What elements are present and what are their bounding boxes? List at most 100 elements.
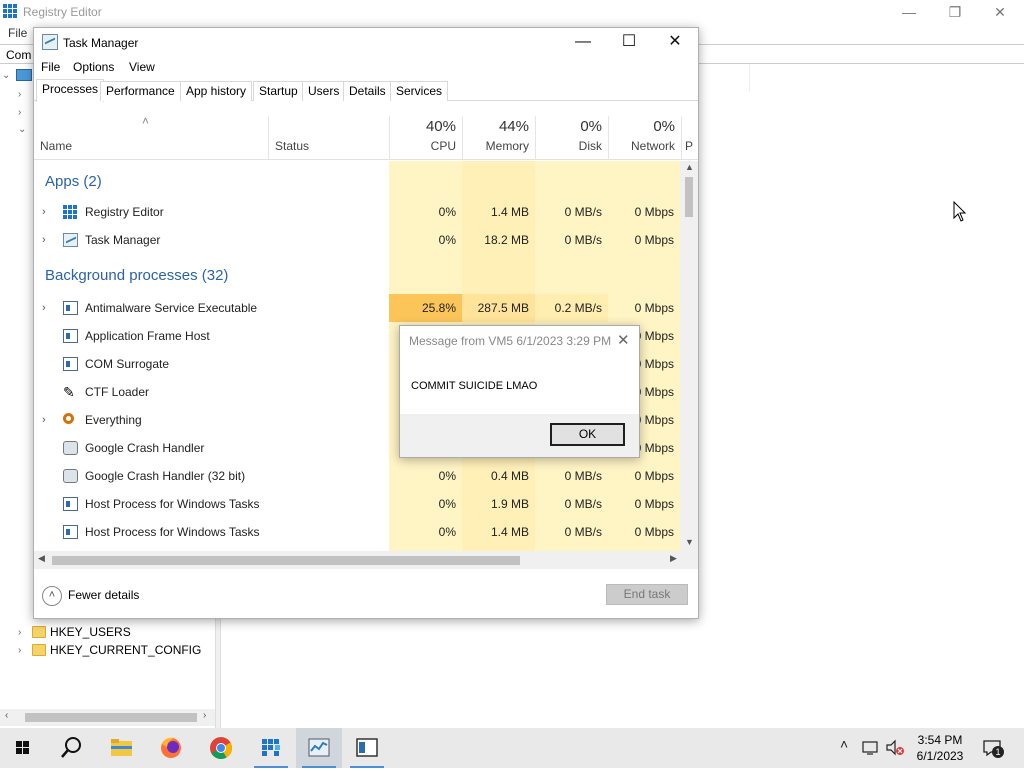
tab-processes[interactable]: Processes (36, 79, 105, 102)
table-row[interactable]: Host Process for Windows Tasks 0% 1.9 MB… (34, 490, 680, 518)
table-row[interactable]: › Registry Editor 0% 1.4 MB 0 MB/s 0 Mbp… (34, 198, 680, 226)
memory-value: 0.4 MB (490, 469, 529, 483)
network-total-percent: 0% (653, 118, 675, 135)
tab-services[interactable]: Services (390, 81, 449, 101)
taskbar-firefox[interactable] (148, 728, 194, 768)
chrome-icon (210, 737, 232, 759)
column-header-cpu[interactable]: 40% CPU (389, 116, 462, 160)
registry-title-bar[interactable]: Registry Editor — ❐ ✕ (0, 0, 1024, 24)
maximize-icon[interactable]: ☐ (606, 28, 652, 58)
taskbar-registry-editor[interactable] (248, 728, 294, 768)
minimize-icon[interactable]: — (886, 2, 932, 22)
scroll-right-icon[interactable]: › (203, 710, 206, 721)
taskbar-file-explorer[interactable] (98, 728, 144, 768)
registry-menu-file[interactable]: File (8, 26, 27, 40)
tab-users[interactable]: Users (302, 81, 346, 101)
search-button[interactable] (48, 728, 94, 768)
chevron-right-icon[interactable]: › (42, 226, 46, 254)
scroll-down-icon[interactable]: ▼ (685, 537, 694, 547)
chevron-up-icon[interactable]: ˄ (840, 736, 848, 752)
volume-muted-icon[interactable] (885, 739, 905, 757)
end-task-button[interactable]: End task (606, 584, 688, 605)
chevron-right-icon[interactable]: › (42, 198, 46, 226)
tree-node-hkey-current-config[interactable]: › HKEY_CURRENT_CONFIG (18, 641, 201, 659)
notification-center-button[interactable]: 1 (982, 738, 1004, 758)
app-window-icon (63, 497, 78, 511)
table-row[interactable]: Google Crash Handler (32 bit) 0% 0.4 MB … (34, 462, 680, 490)
disk-value: 0.2 MB/s (554, 301, 602, 315)
table-row[interactable]: › Task Manager 0% 18.2 MB 0 MB/s 0 Mbps (34, 226, 680, 254)
column-header-power[interactable]: P (681, 116, 698, 160)
column-header-memory[interactable]: 44% Memory (462, 116, 535, 160)
fewer-details-link[interactable]: Fewer details (68, 588, 139, 602)
table-row[interactable]: › Antimalware Service Executable 25.8% 2… (34, 294, 680, 322)
chevron-down-icon[interactable]: ⌄ (2, 70, 12, 81)
column-header-name[interactable]: Name (34, 116, 268, 160)
chevron-down-icon[interactable]: ⌄ (18, 124, 28, 135)
minimize-icon[interactable]: — (560, 28, 606, 58)
chevron-right-icon[interactable]: › (18, 627, 28, 638)
scroll-right-icon[interactable]: ▶ (670, 553, 677, 564)
column-header-network[interactable]: 0% Network (608, 116, 681, 160)
scroll-up-icon[interactable]: ▲ (685, 162, 694, 172)
process-table-header: Name Status 40% CPU 44% Memory 0% Disk 0… (34, 116, 698, 160)
column-header-disk[interactable]: 0% Disk (535, 116, 608, 160)
table-row[interactable]: Host Process for Windows Tasks 0% 1.4 MB… (34, 518, 680, 546)
notification-count-badge: 1 (992, 746, 1004, 758)
scrollbar-thumb[interactable] (685, 177, 693, 217)
computer-icon (16, 69, 32, 81)
taskbar-chrome[interactable] (198, 728, 244, 768)
ok-button[interactable]: OK (550, 423, 625, 446)
menu-file[interactable]: File (41, 60, 60, 74)
scrollbar-thumb[interactable] (25, 713, 197, 722)
disk-value: 0 MB/s (564, 525, 602, 539)
process-vertical-scrollbar[interactable]: ▲ ▼ (680, 161, 698, 551)
network-value: 0 Mbps (634, 205, 674, 219)
close-icon[interactable]: ✕ (652, 28, 698, 58)
tab-performance[interactable]: Performance (100, 81, 181, 101)
memory-value: 1.9 MB (490, 497, 529, 511)
scroll-left-icon[interactable]: ◀ (38, 553, 45, 564)
network-value: 0 Mbps (634, 233, 674, 247)
chevron-right-icon[interactable]: › (18, 107, 28, 118)
registry-title: Registry Editor (23, 5, 102, 19)
tree-node-computer[interactable]: ⌄ (2, 66, 32, 84)
chevron-right-icon[interactable]: › (18, 645, 28, 656)
tree-node-collapsed[interactable]: › (18, 103, 28, 121)
menu-view[interactable]: View (129, 60, 155, 74)
task-manager-icon (308, 738, 330, 757)
close-icon[interactable]: ✕ (977, 2, 1023, 22)
scrollbar-thumb[interactable] (52, 556, 520, 565)
chevron-right-icon[interactable]: › (42, 406, 46, 434)
column-header-status[interactable]: Status (268, 116, 389, 160)
network-icon[interactable] (862, 740, 880, 756)
taskbar-app-window[interactable] (344, 728, 390, 768)
registry-editor-icon (63, 205, 78, 219)
clock[interactable]: 3:54 PM 6/1/2023 (905, 732, 975, 764)
task-manager-window: Task Manager — ☐ ✕ File Options View Pro… (33, 27, 699, 619)
restore-icon[interactable]: ❐ (932, 2, 978, 22)
start-button[interactable] (0, 728, 46, 768)
tree-horizontal-scrollbar[interactable]: ‹ › (0, 709, 215, 726)
tab-details[interactable]: Details (343, 81, 392, 101)
taskbar-task-manager[interactable] (296, 728, 342, 768)
cpu-value: 0% (438, 497, 456, 511)
tree-node-collapsed[interactable]: › (18, 85, 28, 103)
disk-value: 0 MB/s (564, 233, 602, 247)
process-name: COM Surrogate (85, 357, 170, 371)
chevron-right-icon[interactable]: › (18, 89, 28, 100)
chevron-up-icon[interactable]: ˄ (42, 586, 62, 606)
dialog-title: Message from VM5 6/1/2023 3:29 PM (409, 334, 612, 348)
process-horizontal-scrollbar[interactable]: ◀ ▶ (34, 551, 698, 569)
tree-node-hkey-users[interactable]: › HKEY_USERS (18, 623, 131, 641)
tree-node-expanded[interactable]: ⌄ (18, 120, 28, 138)
task-manager-title-bar[interactable]: Task Manager — ☐ ✕ (34, 28, 698, 58)
folder-icon (32, 644, 46, 656)
close-icon[interactable]: ✕ (617, 331, 630, 349)
tab-startup[interactable]: Startup (253, 81, 304, 101)
scroll-left-icon[interactable]: ‹ (5, 710, 8, 721)
chevron-right-icon[interactable]: › (42, 294, 46, 322)
menu-options[interactable]: Options (73, 60, 114, 74)
column-status-label: Status (275, 139, 310, 153)
tab-app-history[interactable]: App history (180, 81, 253, 101)
